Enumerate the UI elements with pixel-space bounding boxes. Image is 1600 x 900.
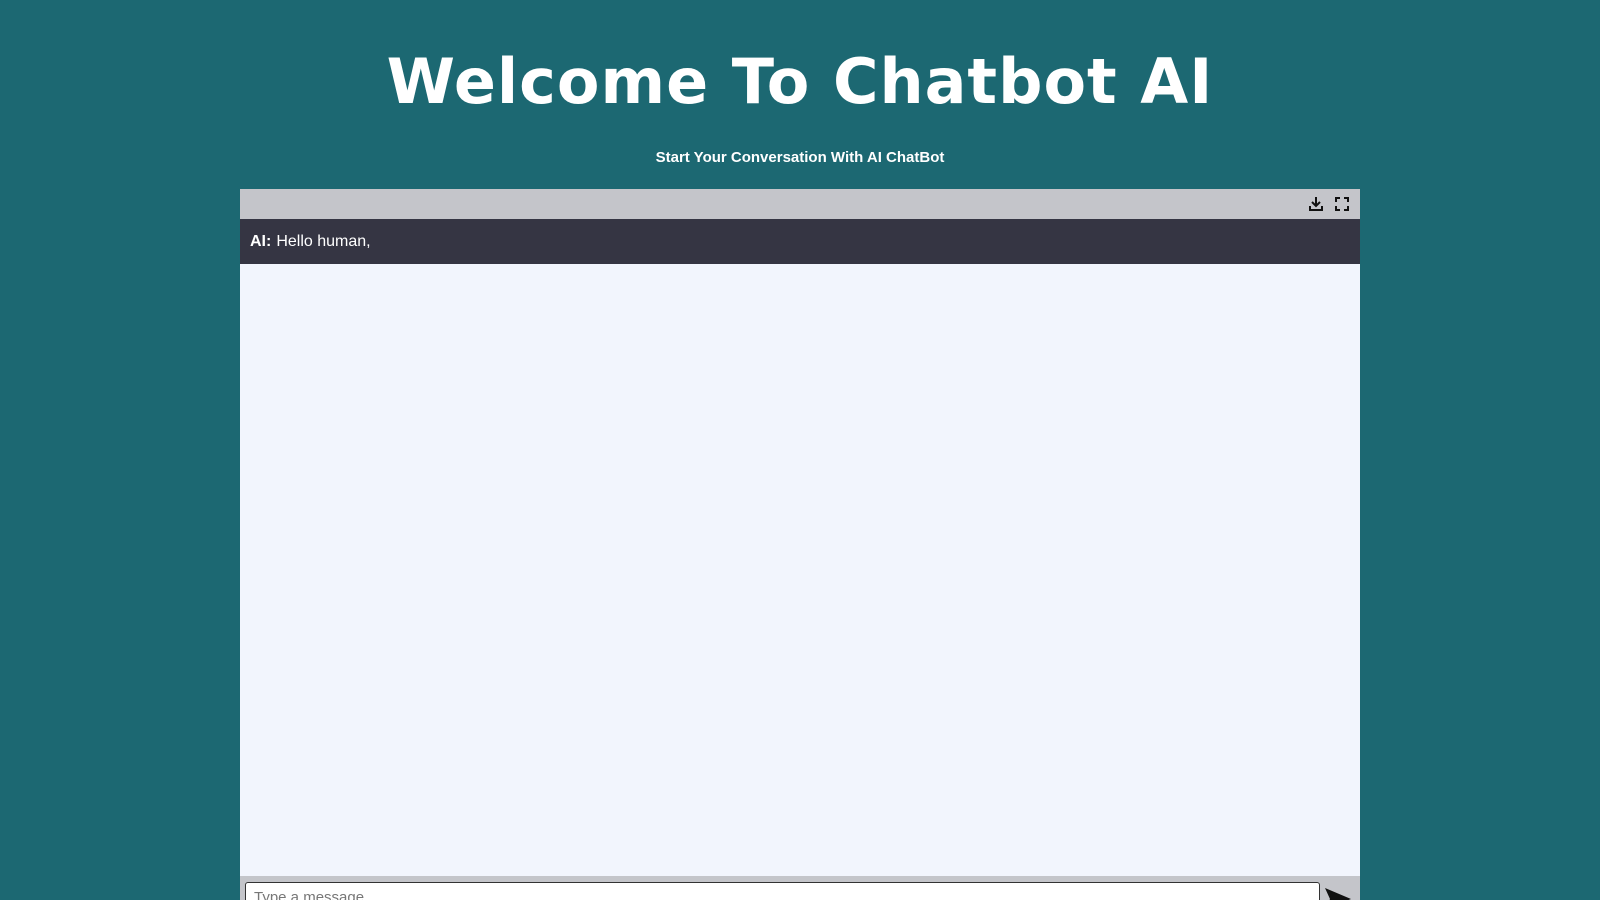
download-icon — [1309, 197, 1323, 211]
chat-toolbar — [240, 189, 1360, 219]
page: Welcome To Chatbot AI Start Your Convers… — [0, 0, 1600, 900]
page-subtitle: Start Your Conversation With AI ChatBot — [655, 149, 945, 166]
chat-input-bar — [240, 876, 1360, 900]
fullscreen-button[interactable] — [1332, 194, 1352, 214]
page-title: Welcome To Chatbot AI — [386, 45, 1214, 118]
message-input[interactable] — [245, 882, 1320, 900]
chat-window: AI: Hello human, — [240, 189, 1360, 900]
send-button[interactable] — [1323, 886, 1353, 900]
download-button[interactable] — [1306, 194, 1326, 214]
chat-message: AI: Hello human, — [240, 219, 1360, 264]
send-icon — [1325, 888, 1351, 900]
message-text: Hello human, — [276, 233, 371, 250]
message-sender: AI: — [250, 233, 272, 250]
fullscreen-icon — [1335, 197, 1349, 211]
